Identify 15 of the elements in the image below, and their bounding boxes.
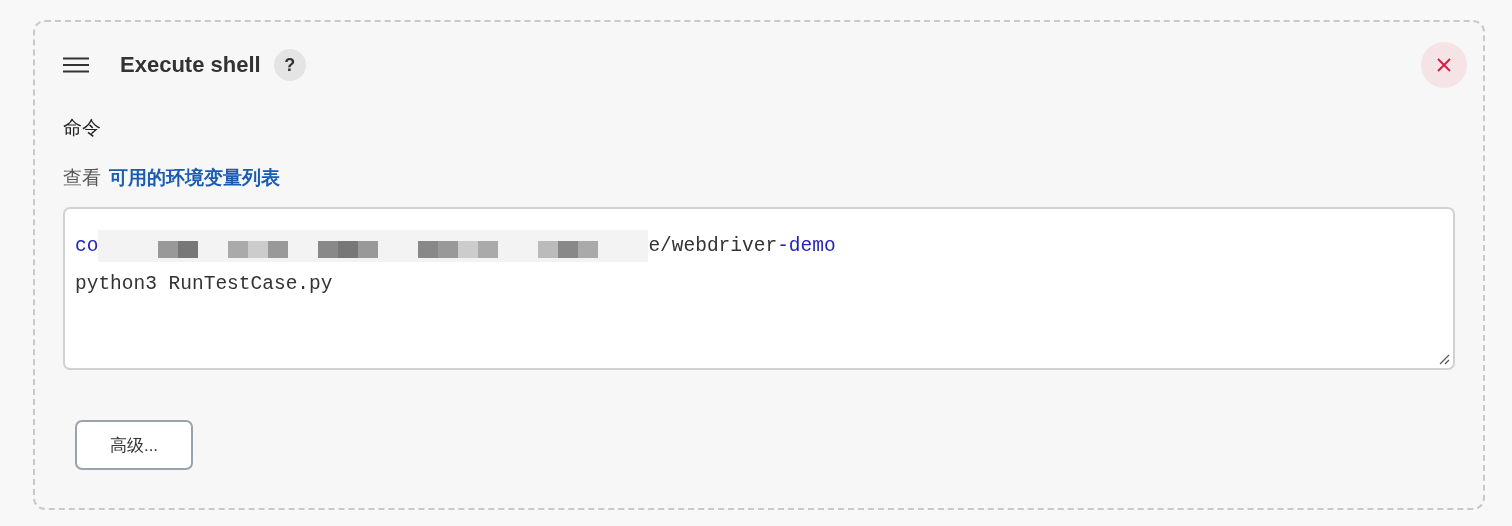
code-token: -demo	[777, 235, 836, 257]
close-button[interactable]	[1421, 42, 1467, 88]
env-vars-link[interactable]: 可用的环境变量列表	[109, 165, 280, 191]
advanced-button[interactable]: 高级...	[75, 420, 193, 470]
command-editor[interactable]: co e/webdriver-demo python3 RunTestCase.py	[63, 207, 1455, 370]
field-label: 命令	[63, 116, 102, 140]
code-token: co	[75, 235, 99, 257]
code-token: e/webdriver	[648, 235, 778, 257]
help-button[interactable]: ?	[273, 49, 306, 81]
resize-handle-icon[interactable]	[1439, 354, 1450, 365]
code-token: python3 RunTestCase.py	[75, 273, 333, 295]
menu-icon[interactable]	[63, 57, 89, 73]
hint-text: 查看	[63, 166, 101, 190]
step-title: Execute shell	[120, 52, 261, 78]
close-icon	[1437, 58, 1451, 72]
